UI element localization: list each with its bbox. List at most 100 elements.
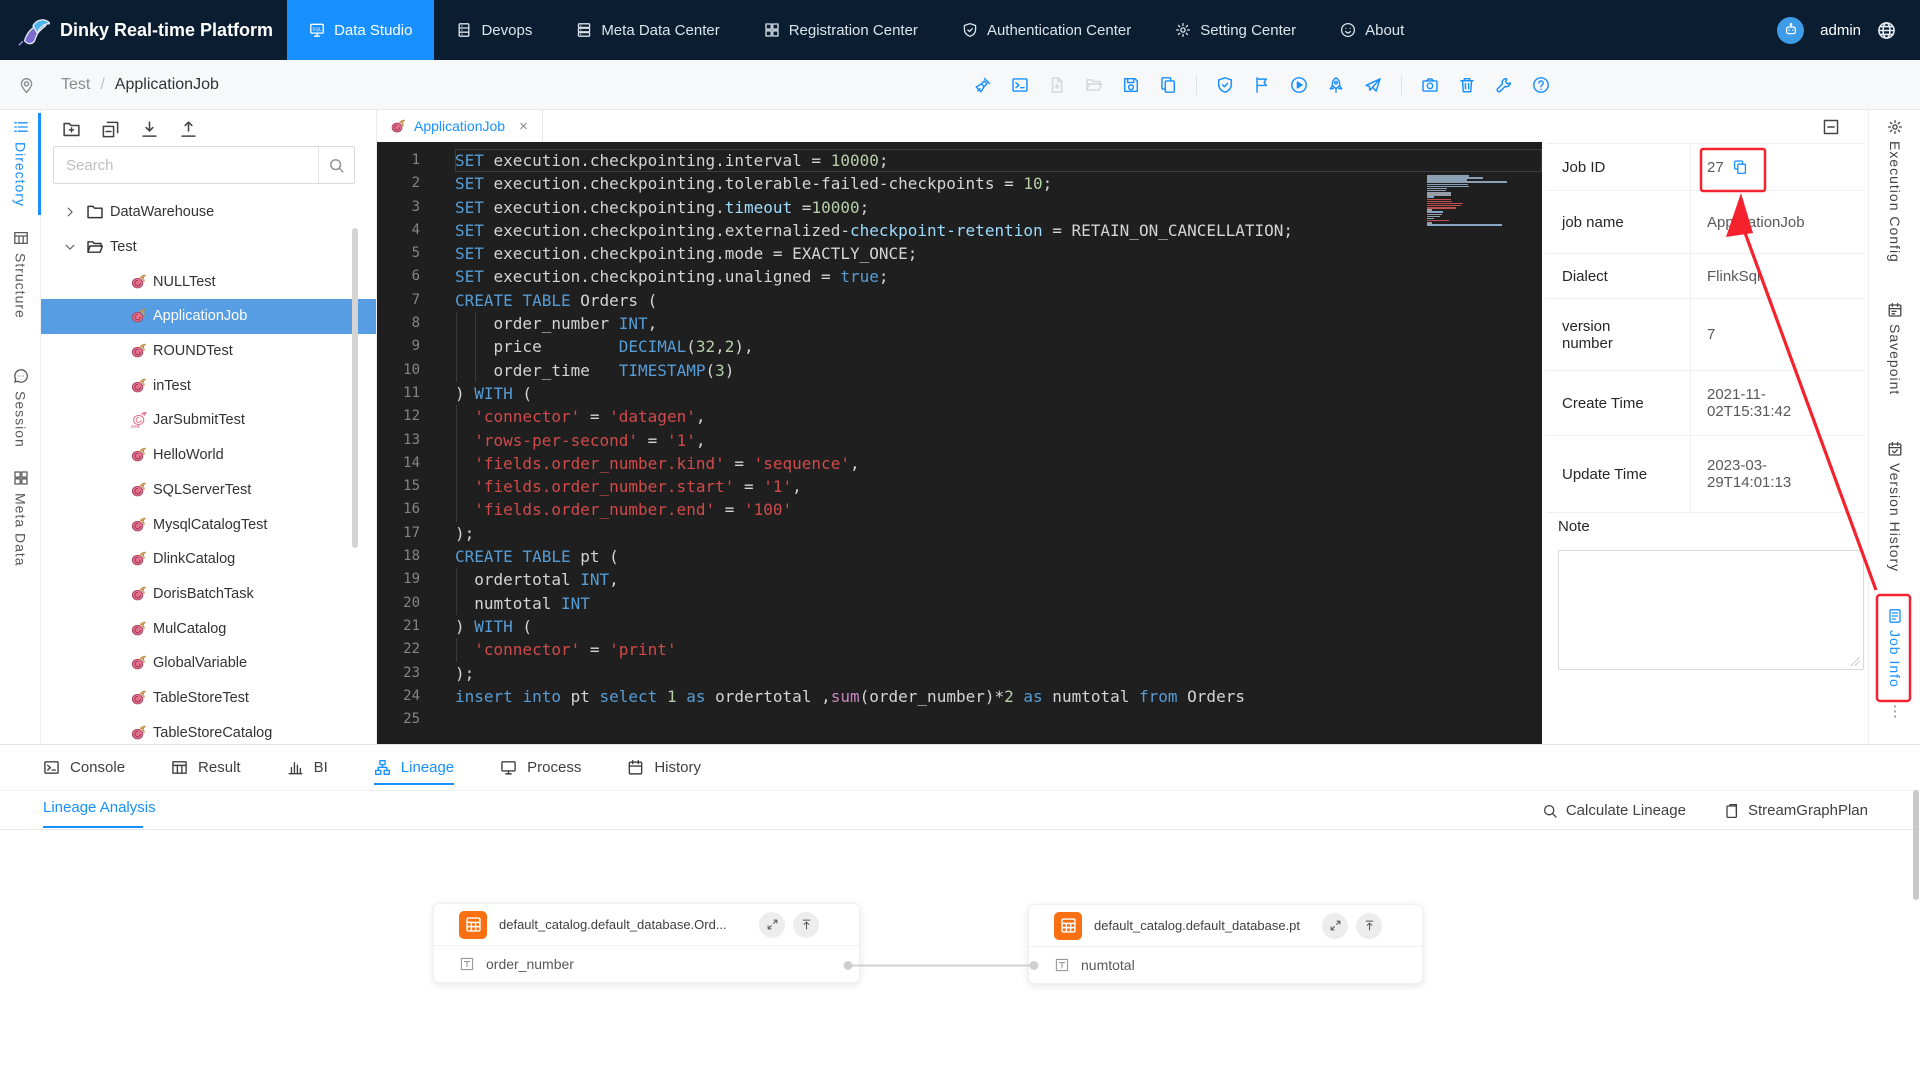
right-tab-version-history[interactable]: Version History xyxy=(1869,441,1920,572)
lineage-field-numtotal[interactable]: numtotal xyxy=(1029,947,1422,983)
collapse-fields-icon[interactable] xyxy=(1356,912,1382,939)
button-calculate-lineage[interactable]: Calculate Lineage xyxy=(1542,802,1686,819)
sql-code-area[interactable]: 1 2 3 4 5 6 7 8 9 10 11 12 13 14 15 16 17 18 19 20 21 22 23 24 2… xyxy=(377,142,1542,744)
info-label: job name xyxy=(1546,191,1691,253)
breadcrumb-parent[interactable]: Test xyxy=(61,76,90,94)
calendar-check-icon xyxy=(1887,441,1903,457)
run-play-icon[interactable] xyxy=(1290,76,1308,94)
close-tab-icon[interactable]: × xyxy=(519,118,528,135)
user-avatar[interactable] xyxy=(1777,16,1805,44)
tree-item-dorisbatchtask[interactable]: DorisBatchTask xyxy=(41,577,376,612)
editor-minimap[interactable] xyxy=(1427,175,1513,226)
nav-item-setting-center[interactable]: Setting Center xyxy=(1153,0,1318,60)
lineage-actions: Calculate Lineage StreamGraphPlan xyxy=(1542,791,1868,830)
right-tab-execution-config[interactable]: Execution Config xyxy=(1869,119,1920,263)
page-scrollbar[interactable] xyxy=(1913,790,1919,900)
top-navbar: Dinky Real-time Platform SQL Data Studio D… xyxy=(0,0,1920,60)
tree-item-roundtest[interactable]: ROUNDTest xyxy=(41,334,376,369)
tree-item-nulltest[interactable]: NULLTest xyxy=(41,264,376,299)
code-line-16: 'fields.order_number.end' = '100' xyxy=(455,498,1542,522)
tree-item-applicationjob[interactable]: ApplicationJob xyxy=(41,299,376,334)
tree-scrollbar[interactable] xyxy=(352,228,358,548)
lineage-node-1[interactable]: default_catalog.default_database.Ord... o… xyxy=(433,903,860,983)
right-tab-savepoint[interactable]: Savepoint xyxy=(1869,302,1920,395)
editor-tab-applicationjob[interactable]: ApplicationJob × xyxy=(377,110,543,142)
nav-item-meta-data-center[interactable]: Meta Data Center xyxy=(554,0,741,60)
nav-item-authentication-center[interactable]: Authentication Center xyxy=(940,0,1153,60)
tree-item-mulcatalog[interactable]: MulCatalog xyxy=(41,611,376,646)
job-info-row-version-number: version number 7 xyxy=(1546,299,1864,371)
chevron-down-icon[interactable] xyxy=(63,240,77,254)
import-icon[interactable] xyxy=(140,120,159,139)
more-options-icon[interactable]: ⋮ xyxy=(1869,702,1920,720)
lineage-node-2[interactable]: default_catalog.default_database.pt numto… xyxy=(1028,904,1423,984)
flag-icon[interactable] xyxy=(1253,76,1271,94)
collapse-all-icon[interactable] xyxy=(101,120,120,139)
expand-node-icon[interactable] xyxy=(759,911,785,938)
table-icon xyxy=(459,910,487,939)
bottom-tab-result[interactable]: Result xyxy=(171,745,241,791)
tree-item-test[interactable]: Test xyxy=(41,230,376,265)
note-label: Note xyxy=(1558,518,1590,535)
tree-item-dlinkcatalog[interactable]: DlinkCatalog xyxy=(41,542,376,577)
bottom-tab-bi[interactable]: BI xyxy=(287,745,328,791)
language-globe-icon[interactable] xyxy=(1877,21,1896,40)
right-tab-job-info[interactable]: Job Info xyxy=(1869,608,1920,688)
flink-task-icon xyxy=(129,724,147,742)
nav-item-data-studio[interactable]: SQL Data Studio xyxy=(287,0,435,60)
console-terminal-icon[interactable] xyxy=(1011,76,1029,94)
submit-rocket-icon[interactable] xyxy=(1327,76,1345,94)
folder-icon xyxy=(86,203,104,221)
sidebar-tab-structure[interactable]: Structure xyxy=(0,230,41,319)
expand-node-icon[interactable] xyxy=(1322,912,1348,939)
nav-item-devops[interactable]: Devops xyxy=(434,0,554,60)
tree-item-tablestoretest[interactable]: TableStoreTest xyxy=(41,681,376,716)
lineage-field-order_number[interactable]: order_number xyxy=(434,946,859,982)
copy-task-icon[interactable] xyxy=(1159,76,1177,94)
tree-item-mysqlcatalogtest[interactable]: MysqlCatalogTest xyxy=(41,507,376,542)
nav-item-registration-center[interactable]: Registration Center xyxy=(742,0,940,60)
tree-item-datawarehouse[interactable]: DataWarehouse xyxy=(41,195,376,230)
new-folder-icon[interactable] xyxy=(62,120,81,139)
bottom-tab-history[interactable]: History xyxy=(627,745,701,791)
file-tree: DataWarehouse Test NULLTest ApplicationJob R… xyxy=(41,195,376,744)
tab-lineage-analysis[interactable]: Lineage Analysis xyxy=(43,799,156,828)
sidebar-tab-directory[interactable]: Directory xyxy=(0,113,41,215)
sidebar-tab-session[interactable]: Session xyxy=(0,368,41,448)
collapse-panel-icon[interactable] xyxy=(1822,118,1840,136)
search-button[interactable] xyxy=(318,147,354,183)
send-plane-icon[interactable] xyxy=(1364,76,1382,94)
button-streamgraphplan[interactable]: StreamGraphPlan xyxy=(1724,802,1868,819)
check-shield-icon[interactable] xyxy=(1216,76,1234,94)
format-broom-icon[interactable] xyxy=(974,76,992,94)
lineage-canvas[interactable]: default_catalog.default_database.Ord... o… xyxy=(0,830,1920,1080)
tree-item-sqlservertest[interactable]: SQLServerTest xyxy=(41,473,376,508)
nav-item-about[interactable]: About xyxy=(1318,0,1426,60)
tree-item-jarsubmittest[interactable]: JAR JarSubmitTest xyxy=(41,403,376,438)
search-input[interactable] xyxy=(54,147,318,183)
gear-icon xyxy=(1887,119,1903,135)
delete-trash-icon[interactable] xyxy=(1458,76,1476,94)
bottom-tab-console[interactable]: Console xyxy=(43,745,125,791)
tree-item-globalvariable[interactable]: GlobalVariable xyxy=(41,646,376,681)
copy-icon[interactable] xyxy=(1732,159,1748,175)
sql-monitor-icon: SQL xyxy=(309,22,325,38)
chevron-right-icon[interactable] xyxy=(63,205,77,219)
bottom-tab-process[interactable]: Process xyxy=(500,745,581,791)
export-icon[interactable] xyxy=(179,120,198,139)
history-calendar-icon xyxy=(627,759,644,776)
debug-wrench-icon[interactable] xyxy=(1495,76,1513,94)
tree-item-helloworld[interactable]: HelloWorld xyxy=(41,438,376,473)
search-icon xyxy=(1542,803,1558,819)
note-textarea[interactable] xyxy=(1558,550,1864,670)
monitor-icon xyxy=(500,759,517,776)
collapse-fields-icon[interactable] xyxy=(793,911,819,938)
tree-item-tablestorecatalog[interactable]: TableStoreCatalog xyxy=(41,715,376,744)
bottom-tab-lineage[interactable]: Lineage xyxy=(373,745,455,791)
snapshot-camera-icon[interactable] xyxy=(1421,76,1439,94)
username[interactable]: admin xyxy=(1820,22,1861,39)
save-icon[interactable] xyxy=(1122,76,1140,94)
sidebar-tab-meta-data[interactable]: Meta Data xyxy=(0,470,41,567)
help-question-icon[interactable] xyxy=(1532,76,1550,94)
tree-item-intest[interactable]: inTest xyxy=(41,368,376,403)
